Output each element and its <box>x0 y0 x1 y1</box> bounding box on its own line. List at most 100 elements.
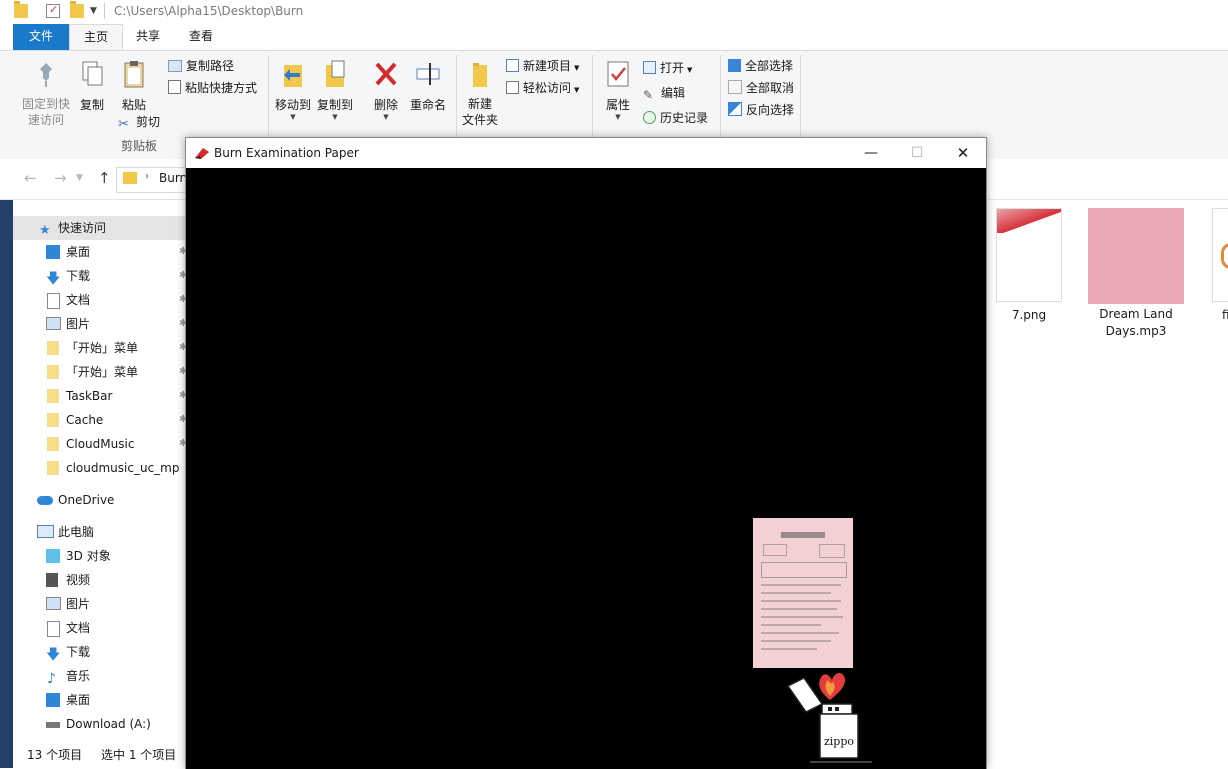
invert-selection-button[interactable]: 反向选择 <box>728 101 794 118</box>
folder-icon <box>47 437 59 451</box>
nav-item-desktop[interactable]: 桌面 ✱ <box>13 240 187 264</box>
select-none-button[interactable]: 全部取消 <box>728 79 794 96</box>
properties-quick-icon[interactable]: ✓ <box>46 3 60 18</box>
navigation-pane: ★ 快速访问 桌面 ✱ 🡇 下载 ✱ 文档 ✱ 图片 ✱ 「开始」菜单 ✱ 「开始」菜单 ✱ … <box>13 212 187 742</box>
nav-quick-access[interactable]: ★ 快速访问 <box>13 216 185 240</box>
delete-button[interactable]: 删除 ▼ <box>370 59 402 121</box>
zippo-lighter-icon[interactable]: zippo <box>780 670 880 766</box>
file-item-partial[interactable]: fi <box>1208 208 1228 322</box>
edit-label: 编辑 <box>661 86 686 100</box>
nav-item-taskbar[interactable]: TaskBar ✱ <box>13 384 187 408</box>
open-label: 打开 <box>660 61 685 75</box>
select-all-button[interactable]: 全部选择 <box>728 57 793 74</box>
move-to-button[interactable]: 移动到 ▼ <box>274 59 312 121</box>
nav-item-start-menu[interactable]: 「开始」菜单 ✱ <box>13 336 187 360</box>
pictures-icon <box>46 597 61 610</box>
nav-item-videos[interactable]: 视频 <box>13 568 185 592</box>
nav-this-pc[interactable]: 此电脑 <box>13 520 185 544</box>
nav-item-downloads[interactable]: 🡇 下载 ✱ <box>13 264 187 288</box>
new-item-button[interactable]: 新建项目 ▼ <box>506 57 579 74</box>
pin-icon <box>40 63 52 87</box>
easy-access-button[interactable]: 轻松访问 ▼ <box>506 79 579 96</box>
desktop-icon <box>46 693 60 707</box>
copy-path-button[interactable]: 复制路径 <box>168 57 234 74</box>
nav-label: 桌面 <box>66 693 91 707</box>
cut-button[interactable]: ✂ 剪切 <box>118 113 160 132</box>
copy-path-icon <box>168 60 182 72</box>
exam-paper[interactable] <box>753 518 853 668</box>
new-item-icon <box>506 59 519 72</box>
nav-item-pc-pictures[interactable]: 图片 <box>13 592 185 616</box>
tab-file[interactable]: 文件 <box>13 24 69 50</box>
select-all-icon <box>728 59 741 72</box>
nav-item-documents[interactable]: 文档 ✱ <box>13 288 187 312</box>
tab-share[interactable]: 共享 <box>125 24 171 50</box>
nav-onedrive[interactable]: OneDrive <box>13 488 185 512</box>
nav-label: OneDrive <box>58 493 115 507</box>
delete-x-icon <box>375 62 397 86</box>
quick-access-dropdown-icon[interactable]: ▼ <box>90 6 104 20</box>
nav-item-download-drive[interactable]: Download (A:) <box>13 712 185 736</box>
download-arrow-icon: 🡇 <box>46 271 61 287</box>
history-button[interactable]: 历史记录 <box>643 109 708 126</box>
new-folder-button[interactable]: 新建 文件夹 <box>460 59 500 128</box>
game-canvas[interactable]: zippo <box>186 168 986 769</box>
back-arrow-icon[interactable]: ← <box>24 169 37 187</box>
nav-item-cloudmusic[interactable]: CloudMusic ✱ <box>13 432 187 456</box>
nav-label: TaskBar <box>66 389 113 403</box>
nav-item-cloudmusic-uc[interactable]: cloudmusic_uc_mp3 <box>13 456 185 480</box>
paste-shortcut-button[interactable]: 粘贴快捷方式 <box>168 79 257 96</box>
minimize-button[interactable]: — <box>848 138 894 168</box>
nav-item-start-menu-2[interactable]: 「开始」菜单 ✱ <box>13 360 187 384</box>
rename-button[interactable]: 重命名 <box>406 59 450 113</box>
open-button[interactable]: 打开 ▼ <box>643 59 692 76</box>
paste-button[interactable]: 粘贴 <box>116 59 152 113</box>
nav-item-pc-desktop[interactable]: 桌面 <box>13 688 185 712</box>
maximize-button[interactable]: ☐ <box>894 138 940 168</box>
nav-item-music[interactable]: ♪ 音乐 <box>13 664 185 688</box>
tab-view[interactable]: 查看 <box>178 24 224 50</box>
desktop-icon <box>46 245 60 259</box>
folder-icon <box>14 1 28 18</box>
copy-to-label: 复制到 <box>316 98 353 112</box>
copy-to-button[interactable]: 复制到 ▼ <box>316 59 354 121</box>
new-folder-quick-icon[interactable] <box>70 1 84 18</box>
pin-quick-access-button[interactable]: 固定到快 速访问 <box>18 59 74 128</box>
nav-label: 文档 <box>66 621 91 635</box>
nav-item-pictures[interactable]: 图片 ✱ <box>13 312 187 336</box>
breadcrumb-burn[interactable]: Burn <box>159 171 187 185</box>
app-titlebar[interactable]: Burn Examination Paper — ☐ ✕ <box>186 138 986 168</box>
nav-label: 「开始」菜单 <box>66 341 139 355</box>
address-folder-icon <box>123 172 137 184</box>
nav-label: 3D 对象 <box>66 549 111 563</box>
new-item-dropdown-icon: ▼ <box>574 64 580 72</box>
recent-locations-dropdown-icon[interactable]: ▼ <box>76 173 83 183</box>
forward-arrow-icon[interactable]: → <box>54 169 67 187</box>
nav-item-cache[interactable]: Cache ✱ <box>13 408 187 432</box>
nav-label: 快速访问 <box>58 221 107 235</box>
easy-access-label: 轻松访问 <box>523 81 572 95</box>
select-none-icon <box>728 80 742 94</box>
up-arrow-icon[interactable]: ↑ <box>98 169 111 187</box>
close-button[interactable]: ✕ <box>940 138 986 168</box>
move-to-dropdown-icon: ▼ <box>290 113 296 121</box>
nav-item-pc-downloads[interactable]: 🡇 下载 <box>13 640 185 664</box>
edit-button[interactable]: ✎ 编辑 <box>643 84 685 102</box>
document-icon <box>47 621 60 637</box>
star-icon: ★ <box>39 223 51 238</box>
nav-label: 下载 <box>66 269 91 283</box>
file-item-7-png[interactable]: 7.png <box>992 208 1066 322</box>
nav-label: Download (A:) <box>66 717 151 731</box>
cloud-icon <box>37 496 53 505</box>
burn-app-window[interactable]: Burn Examination Paper — ☐ ✕ zippo <box>185 137 987 769</box>
copy-button[interactable]: 复制 <box>76 59 108 113</box>
nav-item-pc-documents[interactable]: 文档 <box>13 616 185 640</box>
properties-button[interactable]: 属性 ▼ <box>600 59 636 121</box>
tab-home[interactable]: 主页 <box>69 24 123 51</box>
nav-label: 视频 <box>66 573 91 587</box>
file-item-dream-land-days[interactable]: Dream Land Days.mp3 <box>1086 208 1186 340</box>
address-bar[interactable]: › Burn <box>116 167 188 193</box>
copy-icon <box>82 61 103 86</box>
nav-item-3d-objects[interactable]: 3D 对象 <box>13 544 185 568</box>
open-dropdown-icon: ▼ <box>687 66 693 74</box>
